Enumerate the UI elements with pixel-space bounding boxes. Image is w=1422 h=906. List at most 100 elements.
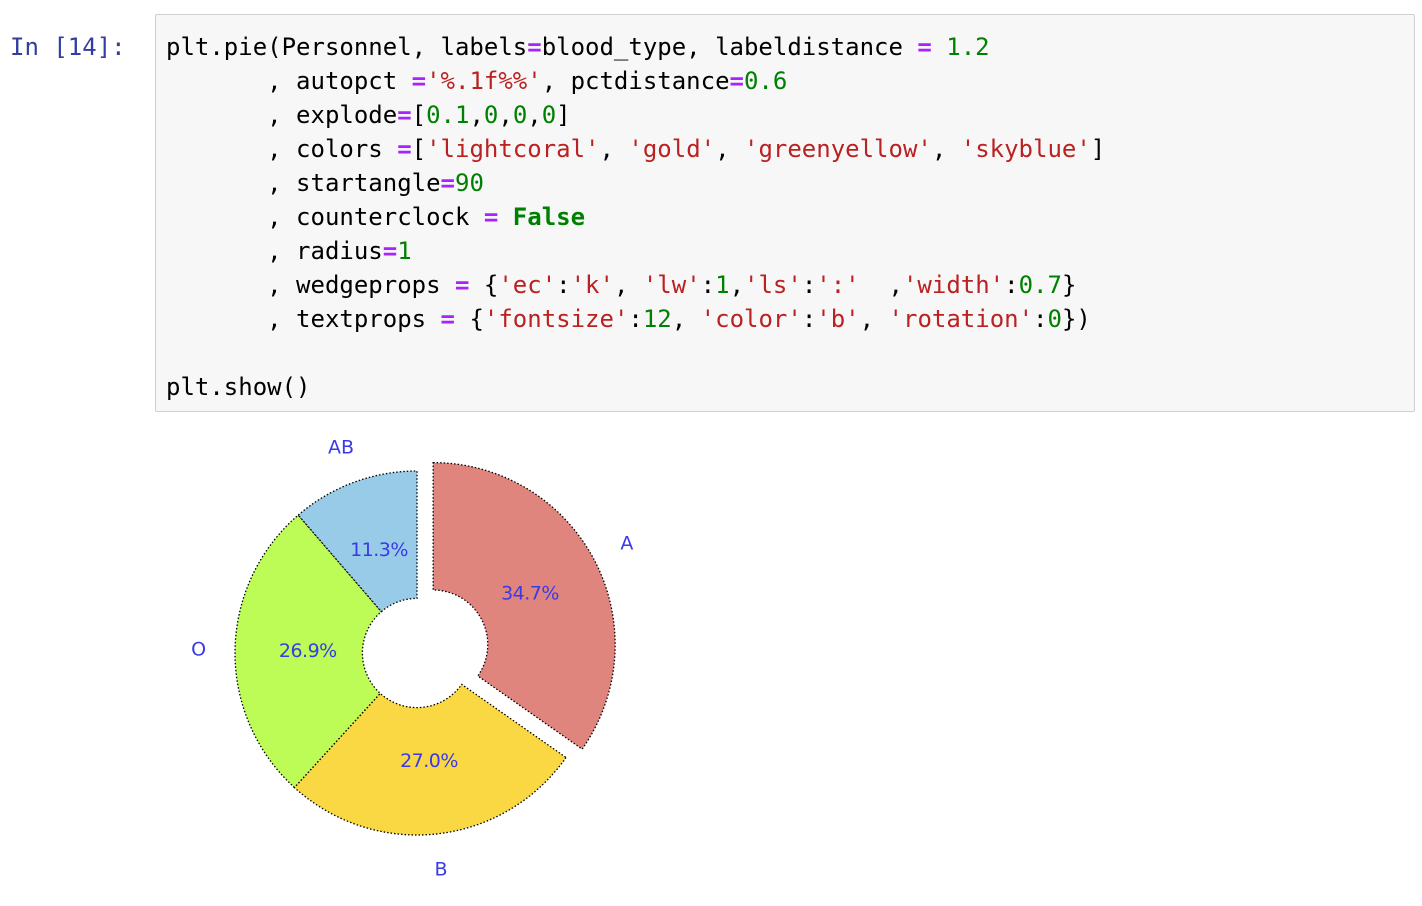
code-token: ':': [816, 271, 860, 299]
code-line: , startangle=90: [166, 166, 1105, 200]
pie-chart: 34.7% A 27.0% B 26.9% O 11.3% AB: [191, 437, 633, 881]
code-line: , textprops = {'fontsize':12, 'color':'b…: [166, 302, 1105, 336]
code-token: {: [469, 271, 499, 299]
code-token: ,: [498, 101, 513, 129]
code-line: plt.pie(Personnel, labels=blood_type, la…: [166, 30, 1105, 64]
pie-category-label: AB: [328, 437, 354, 459]
code-token: :: [1004, 271, 1019, 299]
code-token: , autopct: [166, 67, 412, 95]
code-token: ,: [599, 135, 629, 163]
code-line: plt.show(): [166, 370, 1105, 404]
code-token: =: [397, 101, 412, 129]
code-line: , autopct ='%.1f%%', pctdistance=0.6: [166, 64, 1105, 98]
code-token: =: [440, 305, 455, 333]
code-token: =: [397, 135, 412, 163]
code-token: 1: [397, 237, 412, 265]
code-token: 0: [541, 101, 557, 129]
code-line: , counterclock = False: [166, 200, 1105, 234]
code-token: 90: [455, 169, 484, 197]
code-token: :: [801, 305, 817, 333]
code-token: , colors: [166, 135, 398, 163]
code-token: 'rotation': [888, 305, 1034, 333]
code-token: 0: [483, 101, 499, 129]
code-token: plt.pie(Personnel, labels: [166, 33, 528, 61]
code-token: 'lw': [642, 271, 701, 299]
pie-pct-label: 34.7%: [501, 583, 559, 605]
code-token: ,: [715, 135, 744, 163]
code-token: :: [801, 271, 817, 299]
code-token: 'ec': [498, 271, 557, 299]
code-token: , textprops: [166, 305, 441, 333]
code-token: :: [556, 271, 571, 299]
code-token: 'k': [570, 271, 614, 299]
pie-pct-label: 11.3%: [350, 539, 408, 561]
pie-pct-label: 26.9%: [279, 640, 337, 662]
code-token: ,: [527, 101, 542, 129]
code-token: =: [917, 33, 932, 61]
code-token: 12: [642, 305, 672, 333]
code-token: 'greenyellow': [744, 135, 932, 163]
code-token: 'ls': [744, 271, 802, 299]
code-token: ,: [729, 271, 745, 299]
cell-prompt: In [14]:: [10, 33, 126, 61]
code-token: =: [454, 271, 470, 299]
code-token: , wedgeprops: [166, 271, 455, 299]
pie-category-label: O: [191, 638, 206, 660]
code-token: {: [455, 305, 484, 333]
code-token: , counterclock: [166, 203, 484, 231]
code-token: ,: [671, 305, 701, 333]
code-token: :: [628, 305, 643, 333]
code-token: :: [1033, 305, 1048, 333]
code-line: , explode=[0.1,0,0,0]: [166, 98, 1105, 132]
code-token: ]: [1090, 135, 1106, 163]
code-token: plt.show(): [166, 373, 311, 401]
code-token: [: [411, 135, 427, 163]
code-line: , wedgeprops = {'ec':'k', 'lw':1,'ls':':…: [166, 268, 1105, 302]
code-token: , explode: [166, 101, 398, 129]
code-token: =: [527, 33, 542, 61]
code-token: '%.1f%%': [426, 67, 542, 95]
pie-pct-label: 27.0%: [400, 750, 458, 772]
code-token: }): [1061, 305, 1091, 333]
code-line: , colors =['lightcoral', 'gold', 'greeny…: [166, 132, 1105, 166]
code-token: 'lightcoral': [426, 135, 600, 163]
code-token: =: [483, 203, 499, 231]
code-token: 1.2: [946, 33, 990, 61]
code-token: :: [700, 271, 716, 299]
code-token: }: [1061, 271, 1077, 299]
code-token: =: [440, 169, 455, 197]
code-token: ,: [613, 271, 643, 299]
pie-category-label: B: [434, 859, 447, 881]
pie-category-label: A: [620, 532, 633, 554]
code-token: 'skyblue': [960, 135, 1091, 163]
code-token: 0.7: [1018, 271, 1062, 299]
code-token: 'color': [700, 305, 802, 333]
code-token: 'gold': [628, 135, 716, 163]
code-token: =: [729, 67, 744, 95]
code-token: =: [411, 67, 427, 95]
code-token: ,: [469, 101, 484, 129]
cell-output: 34.7% A 27.0% B 26.9% O 11.3% AB: [155, 425, 675, 895]
code-token: blood_type, labeldistance: [541, 33, 918, 61]
code-token: 'fontsize': [483, 305, 629, 333]
code-token: 0: [512, 101, 528, 129]
code-token: ,: [859, 271, 903, 299]
code-cell[interactable]: plt.pie(Personnel, labels=blood_type, la…: [155, 14, 1415, 412]
code-token: , pctdistance: [541, 67, 730, 95]
code-token: ,: [931, 135, 961, 163]
code-token: ]: [556, 101, 571, 129]
code-editor[interactable]: plt.pie(Personnel, labels=blood_type, la…: [166, 30, 1105, 404]
code-token: =: [382, 237, 398, 265]
code-token: 'width': [902, 271, 1005, 299]
code-line: , radius=1: [166, 234, 1105, 268]
code-token: , radius: [166, 237, 383, 265]
code-token: ,: [859, 305, 889, 333]
code-token: 0.1: [426, 101, 470, 129]
code-token: 0.6: [743, 67, 788, 95]
code-token: False: [512, 203, 586, 231]
code-token: 0: [1047, 305, 1062, 333]
code-token: 'b': [816, 305, 860, 333]
